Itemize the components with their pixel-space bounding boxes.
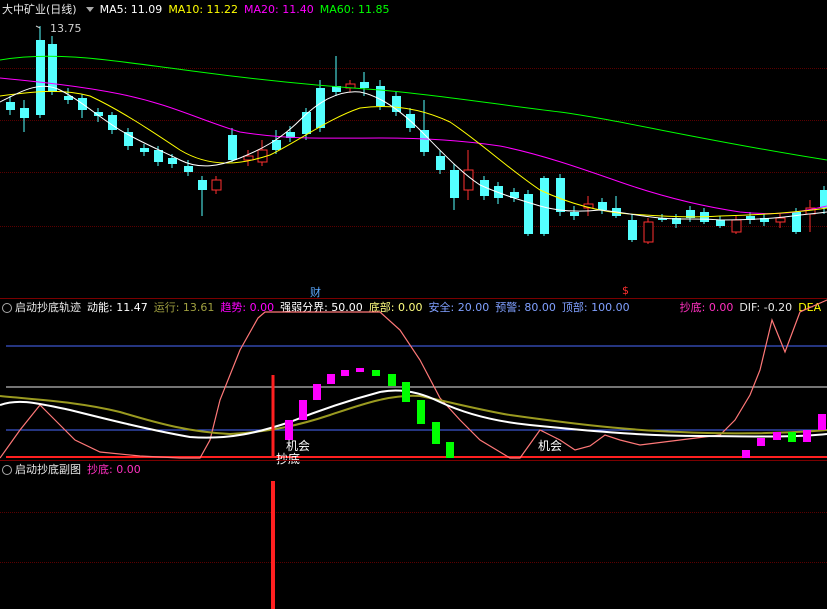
chaodi-signal-bar — [271, 481, 275, 609]
candlestick — [6, 96, 15, 115]
candlestick — [211, 176, 222, 194]
candlestick — [64, 88, 73, 104]
olive-line — [0, 394, 827, 436]
indicator2-chaodi: 抄底: 0.00 — [87, 463, 141, 476]
signal-label-chaodi: 抄底 — [276, 452, 301, 466]
anquan-value: 安全: 20.00 — [428, 301, 490, 314]
candlestick — [775, 214, 786, 228]
dongneng-value: 动能: 11.47 — [87, 301, 148, 314]
momentum-bar — [773, 432, 781, 440]
chaodi-value: 抄底: 0.00 — [679, 301, 734, 314]
candlestick — [612, 196, 621, 218]
momentum-bar — [432, 422, 440, 444]
momentum-bar — [402, 382, 410, 402]
momentum-bar — [818, 414, 826, 430]
candlestick — [228, 128, 237, 162]
panel-separator — [0, 460, 827, 461]
momentum-bar — [372, 370, 380, 376]
collapse-icon[interactable] — [2, 465, 12, 475]
candlestick — [420, 100, 429, 156]
candlestick — [760, 214, 769, 226]
candlestick — [805, 200, 816, 232]
candlestick — [746, 212, 755, 224]
candlestick — [583, 196, 594, 216]
candlestick — [345, 80, 356, 92]
dif-value: DIF: -0.20 — [739, 301, 793, 314]
indicator2-header: 启动抄底副图 抄底: 0.00 — [2, 462, 147, 478]
yunxing-value: 运行: 13.61 — [153, 301, 215, 314]
momentum-bar — [742, 450, 750, 458]
momentum-bar — [417, 400, 425, 424]
candlestick — [524, 190, 533, 236]
white-line — [0, 389, 827, 439]
candlestick — [124, 128, 133, 150]
candlestick — [198, 176, 207, 216]
signal-label-jihui-2: 机会 — [538, 439, 563, 453]
price-chart[interactable] — [0, 0, 827, 300]
collapse-icon[interactable] — [2, 303, 12, 313]
indicator1-name[interactable]: 启动抄底轨迹 — [15, 301, 81, 314]
candlestick — [302, 108, 311, 140]
candlestick — [628, 214, 637, 242]
yujing-value: 预警: 80.00 — [495, 301, 556, 314]
high-price-label: 13.75 — [50, 22, 82, 35]
candlestick — [376, 80, 385, 110]
candlestick — [494, 182, 503, 204]
grid-line — [0, 512, 827, 513]
indicator1-header: 启动抄底轨迹 动能: 11.47 运行: 13.61 趋势: 0.00 强弱分界: 50… — [2, 300, 827, 316]
qushi-value: 趋势: 0.00 — [220, 301, 275, 314]
dividend-marker[interactable]: $ — [622, 284, 629, 297]
momentum-bar — [446, 442, 454, 458]
momentum-bar — [341, 370, 349, 376]
momentum-bar — [388, 374, 396, 386]
momentum-bar — [299, 400, 307, 420]
candlestick — [154, 146, 163, 166]
candlestick — [598, 198, 607, 214]
ma10-line — [0, 90, 827, 218]
panel-separator — [0, 298, 827, 299]
salmon-line — [0, 299, 827, 459]
high-marker-line — [35, 25, 41, 29]
candlestick — [257, 140, 268, 166]
candlestick — [243, 150, 254, 166]
momentum-bar — [757, 438, 765, 446]
dibu-value: 底部: 0.00 — [368, 301, 423, 314]
momentum-bar — [803, 430, 811, 442]
dea-value: DEA — [798, 301, 822, 314]
ma5-line — [0, 85, 827, 221]
candlestick — [700, 208, 709, 224]
candlestick — [643, 218, 654, 244]
candlestick — [20, 100, 29, 132]
candlestick — [510, 188, 519, 202]
qiangruo-value: 强弱分界: 50.00 — [280, 301, 363, 314]
grid-line — [0, 562, 827, 563]
candlestick — [463, 150, 474, 200]
candlestick — [570, 206, 579, 220]
dingbu-value: 顶部: 100.00 — [561, 301, 630, 314]
candlestick — [731, 216, 742, 234]
momentum-bar — [313, 384, 321, 400]
momentum-bar — [788, 432, 796, 442]
candlestick — [716, 216, 725, 228]
momentum-bar — [327, 374, 335, 384]
candlestick — [332, 56, 341, 96]
candlestick — [48, 36, 57, 95]
candlestick — [450, 164, 459, 210]
momentum-bar — [356, 368, 364, 372]
candlestick — [36, 26, 45, 118]
candlestick — [140, 144, 149, 156]
candlestick — [686, 206, 695, 222]
candlestick — [820, 186, 827, 214]
indicator2-name[interactable]: 启动抄底副图 — [15, 463, 81, 476]
candlestick — [406, 108, 415, 132]
